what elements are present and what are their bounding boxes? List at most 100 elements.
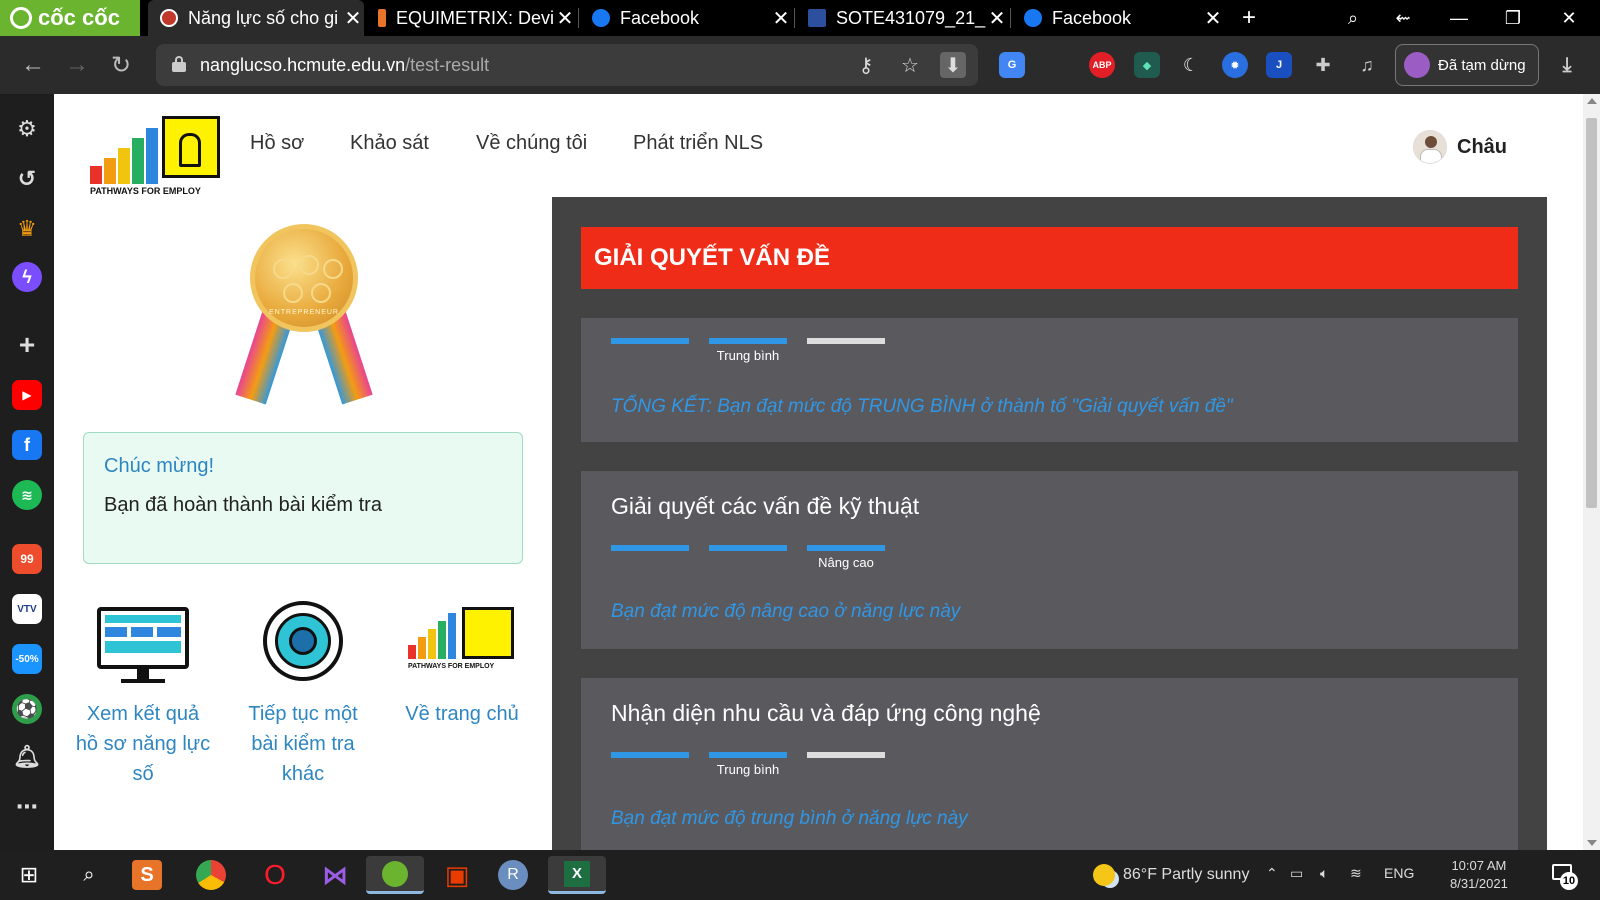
take-another-test-link[interactable]: Tiếp tục một bài kiểm tra khác xyxy=(233,599,373,789)
download-page-icon[interactable]: ⬇ xyxy=(940,52,966,78)
notification-center[interactable]: 10 xyxy=(1550,860,1578,890)
tab-title: Facebook xyxy=(620,7,700,28)
nav-khao-sat[interactable]: Khảo sát xyxy=(350,132,429,155)
crown-icon[interactable]: ♛ xyxy=(12,214,42,244)
site-logo[interactable]: PATHWAYS FOR EMPLOY xyxy=(90,116,220,196)
close-icon[interactable]: ✕ xyxy=(770,6,792,31)
level-bar-2 xyxy=(709,545,787,551)
tiki-icon[interactable]: -50% xyxy=(12,644,42,674)
nav-ho-so[interactable]: Hồ sơ xyxy=(250,132,304,155)
level-label: Trung bình xyxy=(716,348,780,363)
close-icon[interactable]: ✕ xyxy=(1202,6,1224,31)
opera-icon[interactable]: O xyxy=(256,856,294,894)
back-icon[interactable]: ← xyxy=(16,48,50,82)
target-circle-icon xyxy=(261,599,345,699)
excel-icon[interactable]: X xyxy=(548,856,606,894)
facebook-icon[interactable]: f xyxy=(12,430,42,460)
page-scrollbar[interactable] xyxy=(1583,94,1600,850)
back-arrow-icon[interactable]: ⇜ xyxy=(1380,0,1426,36)
medal-badge: ENTREPRENEUR xyxy=(235,224,373,406)
battery-icon[interactable]: ▭ xyxy=(1290,865,1303,882)
action-label[interactable]: Tiếp tục một bài kiểm tra khác xyxy=(233,699,373,789)
tab-equimetrix[interactable]: EQUIMETRIX: Devi ✕ xyxy=(366,0,576,36)
coccoc-taskbar-icon[interactable] xyxy=(366,856,424,894)
volume-icon[interactable]: 🔈︎ xyxy=(1320,865,1328,882)
nav-ve-chung-toi[interactable]: Về chúng tôi xyxy=(476,132,587,155)
add-shortcut-icon[interactable]: + xyxy=(12,329,42,360)
minimize-icon[interactable]: — xyxy=(1436,0,1482,36)
settings-gear-icon[interactable]: ⚙ xyxy=(12,114,42,144)
visual-studio-icon[interactable]: ⋈ xyxy=(316,856,354,894)
language-indicator[interactable]: ENG xyxy=(1384,865,1414,881)
j-extension-icon[interactable]: J xyxy=(1266,52,1292,78)
clock[interactable]: 10:07 AM 8/31/2021 xyxy=(1450,857,1508,893)
weather-widget[interactable]: 86°F Partly sunny xyxy=(1093,850,1249,900)
tab-divider xyxy=(1010,8,1011,28)
facebook-icon xyxy=(1024,9,1042,27)
address-bar[interactable]: nanglucso.hcmute.edu.vn/test-result ⚷ ☆ … xyxy=(156,44,978,86)
youtube-icon[interactable]: ▶ xyxy=(12,380,42,410)
tab-sote[interactable]: SOTE431079_21_1 ✕ xyxy=(796,0,1008,36)
vtv-icon[interactable]: VTV xyxy=(12,594,42,624)
web-page: PATHWAYS FOR EMPLOY Hồ sơ Khảo sát Về ch… xyxy=(54,94,1583,850)
tab-facebook-2[interactable]: Facebook ✕ xyxy=(1012,0,1224,36)
more-icon[interactable]: ⋯ xyxy=(12,792,42,822)
profile-button[interactable]: Đã tạm dừng xyxy=(1395,44,1539,86)
adblock-plus-icon[interactable]: ABP xyxy=(1089,52,1115,78)
tab-facebook-1[interactable]: Facebook ✕ xyxy=(580,0,792,36)
key-icon[interactable]: ⚷ xyxy=(853,52,879,78)
scrollbar-thumb[interactable] xyxy=(1586,118,1597,508)
user-menu[interactable]: Châu xyxy=(1413,130,1507,164)
close-icon[interactable]: ✕ xyxy=(986,6,1008,31)
mini-logo-text: PATHWAYS FOR EMPLOY xyxy=(408,663,495,670)
tab-nangluc[interactable]: Năng lực số cho gi ✕ xyxy=(148,0,364,36)
chevron-up-icon[interactable]: ⌃ xyxy=(1266,865,1278,882)
history-icon[interactable]: ↺ xyxy=(12,164,42,194)
home-link[interactable]: PATHWAYS FOR EMPLOY Về trang chủ xyxy=(392,599,532,729)
windows-start-icon[interactable]: ⊞ xyxy=(10,856,48,894)
action-label[interactable]: Xem kết quả hồ sơ năng lực số xyxy=(73,699,213,789)
view-profile-result-link[interactable]: Xem kết quả hồ sơ năng lực số xyxy=(73,599,213,789)
r-language-icon[interactable]: R xyxy=(498,860,528,890)
tab-title: EQUIMETRIX: Devi xyxy=(396,7,554,28)
partly-sunny-icon xyxy=(1093,864,1115,886)
logo-text: PATHWAYS FOR EMPLOY xyxy=(90,186,201,196)
puzzle-extensions-icon[interactable]: ✚ xyxy=(1310,52,1336,78)
soccer-ball-icon[interactable]: ⚽ xyxy=(12,694,42,724)
spotify-icon[interactable]: ≋ xyxy=(12,480,42,510)
star-icon[interactable]: ☆ xyxy=(897,52,923,78)
search-icon[interactable]: ⌕ xyxy=(70,856,108,894)
moon-extension-icon[interactable]: ☾ xyxy=(1178,52,1204,78)
office-icon[interactable]: ▣ xyxy=(438,856,476,894)
competency-card: Nhận diện nhu cầu và đáp ứng công nghệ T… xyxy=(581,678,1518,850)
media-control-icon[interactable]: ♫ xyxy=(1354,52,1380,78)
bell-icon[interactable]: 🔔︎ xyxy=(12,742,42,772)
reload-icon[interactable]: ↻ xyxy=(104,48,138,82)
chrome-icon[interactable] xyxy=(196,860,226,890)
new-tab-button[interactable]: + xyxy=(1234,0,1264,36)
close-icon[interactable]: ✕ xyxy=(554,6,576,31)
restore-icon[interactable]: ❐ xyxy=(1490,0,1536,36)
google-translate-icon[interactable]: G xyxy=(999,52,1025,78)
level-bar-1 xyxy=(611,752,689,758)
diamond-extension-icon[interactable]: ◆ xyxy=(1134,52,1160,78)
url-text[interactable]: nanglucso.hcmute.edu.vn/test-result xyxy=(200,55,489,76)
windows-taskbar: ⊞ ⌕ S O ⋈ ▣ R X 86°F Partly sunny ⌃ ▭ 🔈︎… xyxy=(0,850,1600,900)
sublime-text-icon[interactable]: S xyxy=(132,860,162,890)
congrats-text: Bạn đã hoàn thành bài kiểm tra xyxy=(104,494,382,516)
coccoc-menu-button[interactable]: cốc cốc xyxy=(0,0,140,36)
gear-badge-extension-icon[interactable]: ✹ xyxy=(1222,52,1248,78)
close-icon[interactable]: ✕ xyxy=(342,6,364,31)
shopee-icon[interactable]: 99 xyxy=(12,544,42,574)
messenger-icon[interactable]: ϟ xyxy=(12,262,42,292)
forward-icon[interactable]: → xyxy=(60,48,94,82)
level-bar-2 xyxy=(709,752,787,758)
level-bar-1 xyxy=(611,338,689,344)
tab-search-icon[interactable]: ⌕ xyxy=(1330,0,1376,36)
avatar xyxy=(1413,130,1447,164)
wifi-icon[interactable]: ≋ xyxy=(1350,865,1362,882)
window-close-icon[interactable]: ✕ xyxy=(1546,0,1592,36)
nav-phat-trien-nls[interactable]: Phát triển NLS xyxy=(633,132,763,155)
downloads-icon[interactable]: ⤓ xyxy=(1554,52,1580,78)
action-label[interactable]: Về trang chủ xyxy=(392,699,532,729)
